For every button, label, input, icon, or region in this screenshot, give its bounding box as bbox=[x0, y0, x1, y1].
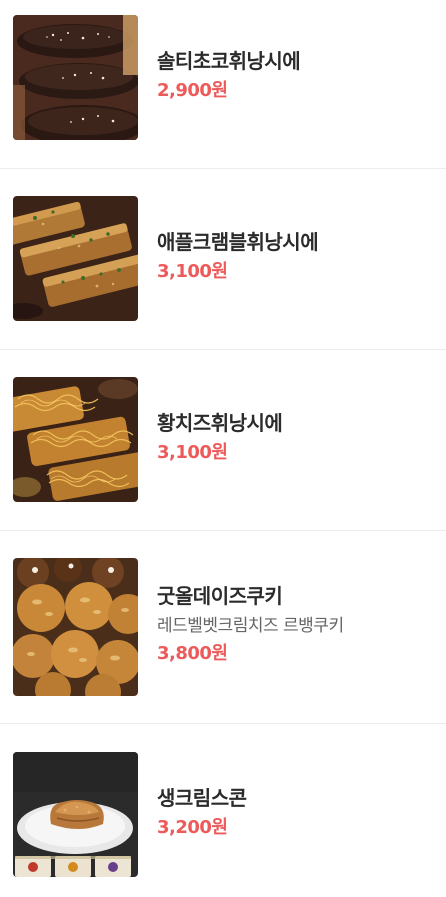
menu-item-name: 생크림스콘 bbox=[157, 786, 247, 810]
menu-item-name: 황치즈휘낭시에 bbox=[157, 411, 283, 435]
menu-item-fresh-cream-scone[interactable]: 생크림스콘 3,200원 bbox=[0, 724, 446, 897]
menu-item-info: 솔티초코휘낭시에 2,900원 bbox=[157, 47, 436, 103]
menu-item-name: 애플크램블휘낭시에 bbox=[157, 230, 319, 254]
salted-chocolate-financier-photo bbox=[13, 15, 138, 140]
menu-item-good-ol-days-cookie[interactable]: 굿올데이즈쿠키 레드벨벳크림치즈 르뱅쿠키 3,800원 bbox=[0, 531, 446, 724]
apple-crumble-financier-photo bbox=[13, 196, 138, 321]
fresh-cream-scone-photo bbox=[13, 752, 138, 877]
menu-item-price: 3,200원 bbox=[157, 817, 228, 838]
menu-item-salted-chocolate-financier[interactable]: 솔티초코휘낭시에 2,900원 bbox=[0, 0, 446, 169]
menu-item-name: 솔티초코휘낭시에 bbox=[157, 49, 301, 73]
menu-item-price: 2,900원 bbox=[157, 80, 228, 101]
menu-item-price: 3,100원 bbox=[157, 261, 228, 282]
menu-item-info: 굿올데이즈쿠키 레드벨벳크림치즈 르뱅쿠키 3,800원 bbox=[157, 582, 436, 666]
menu-item-yellow-cheese-financier[interactable]: 황치즈휘낭시에 3,100원 bbox=[0, 350, 446, 531]
menu-item-info: 황치즈휘낭시에 3,100원 bbox=[157, 409, 436, 465]
menu-item-apple-crumble-financier[interactable]: 애플크램블휘낭시에 3,100원 bbox=[0, 169, 446, 350]
yellow-cheese-financier-photo bbox=[13, 377, 138, 502]
good-ol-days-cookie-photo bbox=[13, 558, 138, 696]
menu-item-description: 레드벨벳크림치즈 르뱅쿠키 bbox=[157, 616, 344, 636]
menu-item-info: 애플크램블휘낭시에 3,100원 bbox=[157, 228, 436, 284]
menu-item-price: 3,100원 bbox=[157, 442, 228, 463]
menu-item-name: 굿올데이즈쿠키 bbox=[157, 584, 283, 608]
menu-item-info: 생크림스콘 3,200원 bbox=[157, 784, 436, 840]
menu-item-price: 3,800원 bbox=[157, 643, 228, 664]
